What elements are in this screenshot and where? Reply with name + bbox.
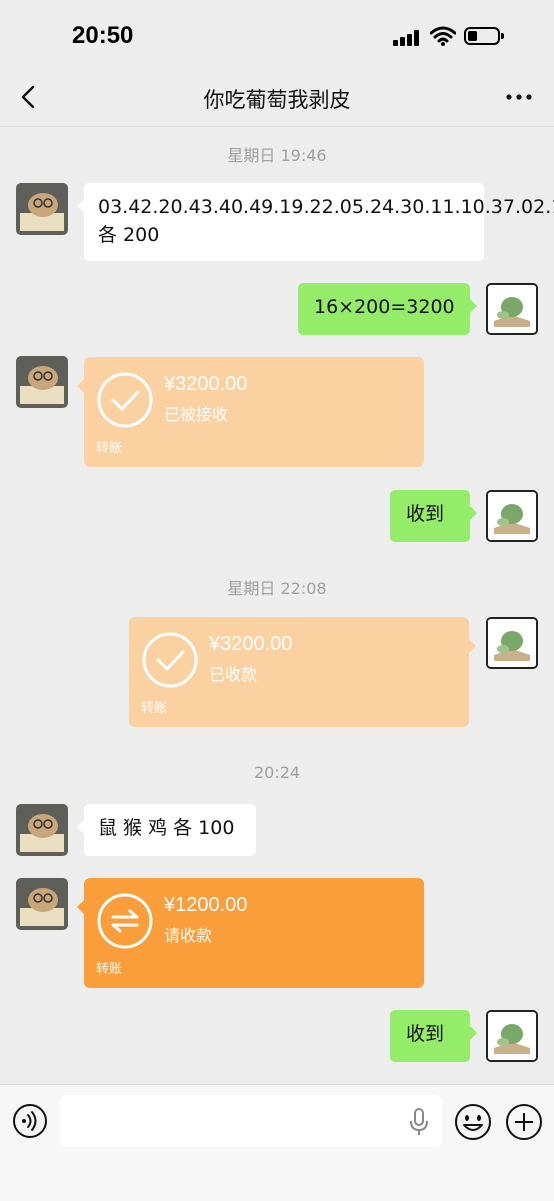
transfer-card[interactable]: ¥3200.00 已被接收 转账 (77, 357, 424, 467)
message-input[interactable] (60, 1095, 442, 1147)
contact-avatar[interactable] (16, 183, 68, 235)
transfer-card[interactable]: ¥3200.00 已收款 转账 (129, 617, 476, 727)
transfer-amount: ¥1200.00 (164, 894, 248, 916)
transfer-status: 已被接收 (164, 405, 229, 424)
transfer-amount: ¥3200.00 (209, 633, 293, 655)
my-avatar[interactable] (486, 1010, 538, 1062)
message-text: 收到 (406, 503, 445, 525)
status-bar: 20:50 (0, 0, 554, 70)
clock-time: 20:50 (72, 22, 134, 49)
message-timestamp: 星期日 19:46 (227, 146, 327, 165)
wifi-icon (430, 26, 456, 46)
transfer-status: 请收款 (164, 926, 213, 945)
chat-header: 你吃葡萄我剥皮 (0, 70, 554, 127)
transfer-label: 转账 (96, 441, 123, 456)
transfer-amount: ¥3200.00 (164, 373, 248, 395)
sent-message[interactable]: 收到 (390, 490, 477, 542)
battery-icon (464, 27, 504, 45)
voice-icon[interactable] (12, 1103, 48, 1139)
my-avatar[interactable] (486, 283, 538, 335)
message-text: 收到 (406, 1023, 445, 1045)
received-message[interactable]: 鼠 猴 鸡 各 100 (77, 804, 256, 856)
message-input-bar (0, 1084, 554, 1201)
message-text: 03.42.20.43.40.49.19.22.05.24.30.11.10.3… (98, 196, 554, 246)
message-timestamp: 星期日 22:08 (227, 579, 327, 598)
my-avatar[interactable] (486, 617, 538, 669)
message-text: 鼠 猴 鸡 各 100 (98, 817, 235, 839)
received-message[interactable]: 03.42.20.43.40.49.19.22.05.24.30.11.10.3… (77, 183, 554, 261)
plus-icon[interactable] (505, 1103, 543, 1141)
message-text: 16×200=3200 (314, 296, 455, 318)
contact-avatar[interactable] (16, 878, 68, 930)
checkmark-circle-icon (142, 632, 198, 688)
contact-avatar[interactable] (16, 804, 68, 856)
my-avatar[interactable] (486, 490, 538, 542)
more-horizontal-icon[interactable] (504, 84, 534, 110)
microphone-icon[interactable] (408, 1107, 430, 1137)
transfer-status: 已收款 (209, 665, 258, 684)
message-timestamp: 20:24 (253, 763, 301, 782)
transfer-arrows-icon (97, 893, 153, 949)
emoji-icon[interactable] (454, 1103, 492, 1141)
cellular-signal-icon (393, 30, 423, 46)
chat-title: 你吃葡萄我剥皮 (203, 88, 351, 112)
contact-avatar[interactable] (16, 356, 68, 408)
sent-message[interactable]: 16×200=3200 (298, 283, 477, 335)
checkmark-circle-icon (97, 372, 153, 428)
sent-message[interactable]: 收到 (390, 1010, 477, 1062)
transfer-card[interactable]: ¥1200.00 请收款 转账 (77, 878, 424, 988)
transfer-label: 转账 (96, 962, 123, 977)
transfer-label: 转账 (141, 701, 168, 716)
